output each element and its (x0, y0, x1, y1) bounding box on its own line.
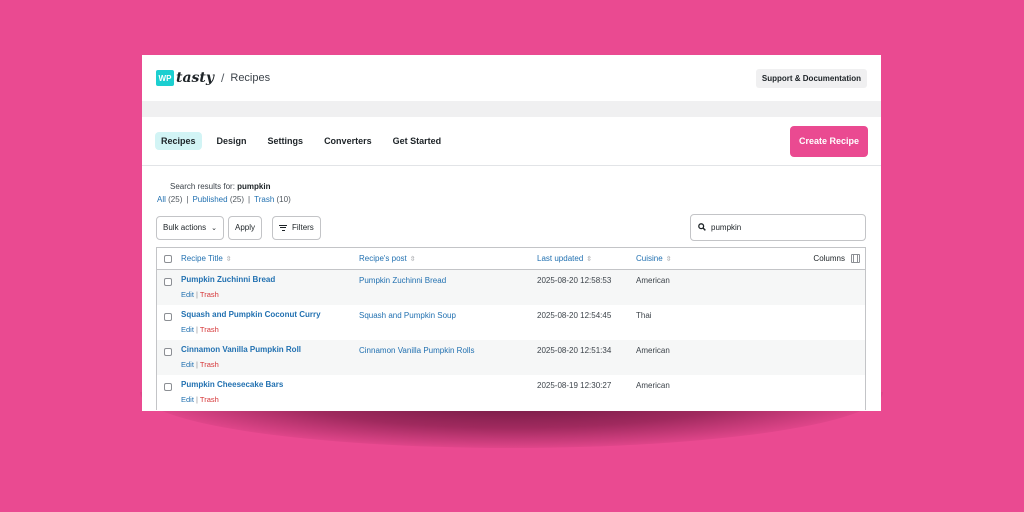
row-actions: Edit | Trash (181, 360, 219, 369)
filter-icon (279, 223, 288, 232)
edit-link[interactable]: Edit (181, 290, 194, 299)
top-bar: WP tasty / Recipes Support & Documentati… (142, 55, 881, 101)
recipe-post-link[interactable]: Squash and Pumpkin Soup (359, 310, 537, 320)
row-checkbox[interactable] (164, 313, 172, 321)
tab-design[interactable]: Design (211, 132, 253, 150)
filter-separator: | (186, 195, 189, 204)
nav-bar: Recipes Design Settings Converters Get S… (142, 117, 881, 166)
column-header-post[interactable]: Recipe's post ⇳ (359, 254, 537, 263)
breadcrumb-separator: / (221, 71, 225, 85)
cuisine-cell: American (636, 276, 670, 285)
recipe-title-link[interactable]: Squash and Pumpkin Coconut Curry (181, 310, 359, 319)
support-docs-button[interactable]: Support & Documentation (755, 68, 867, 88)
admin-window: WP tasty / Recipes Support & Documentati… (142, 55, 881, 411)
filters-button[interactable]: Filters (272, 215, 321, 240)
tab-get-started[interactable]: Get Started (387, 132, 448, 150)
search-input-value: pumpkin (711, 223, 742, 232)
title-cell: Squash and Pumpkin Coconut Curry Edit | Tr… (181, 310, 359, 334)
select-all-checkbox[interactable] (164, 254, 172, 263)
table-header: Recipe Title ⇳ Recipe's post ⇳ Last update… (157, 248, 865, 270)
last-updated-cell: 2025-08-20 12:58:53 (537, 276, 612, 285)
columns-label: Columns (813, 254, 845, 263)
search-input[interactable]: pumpkin (690, 214, 866, 241)
trash-link[interactable]: Trash (200, 395, 219, 404)
column-header-title[interactable]: Recipe Title ⇳ (181, 254, 359, 263)
apply-button[interactable]: Apply (228, 215, 263, 240)
tab-converters[interactable]: Converters (318, 132, 378, 150)
edit-link[interactable]: Edit (181, 325, 194, 334)
recipe-post-link[interactable]: Cinnamon Vanilla Pumpkin Rolls (359, 345, 537, 355)
filter-trash-link[interactable]: Trash (254, 195, 274, 204)
title-cell: Pumpkin Zuchinni Bread Edit | Trash (181, 275, 359, 299)
filter-all-link[interactable]: All (157, 195, 166, 204)
recipes-table: Recipe Title ⇳ Recipe's post ⇳ Last update… (156, 247, 866, 410)
main-panel: Recipes Design Settings Converters Get S… (142, 117, 881, 411)
columns-button[interactable]: Columns (813, 254, 860, 263)
column-header-updated[interactable]: Last updated ⇳ (537, 254, 636, 263)
column-header-cuisine[interactable]: Cuisine ⇳ (636, 254, 716, 263)
sort-icon: ⇳ (409, 256, 416, 263)
wp-tasty-logo[interactable]: WP tasty (156, 70, 214, 86)
logo-wordmark: tasty (176, 70, 215, 86)
recipe-title-link[interactable]: Cinnamon Vanilla Pumpkin Roll (181, 345, 359, 354)
cuisine-cell: American (636, 346, 670, 355)
logo-wp-badge: WP (156, 70, 174, 86)
filter-published-count: (25) (229, 195, 245, 204)
filters-label: Filters (292, 223, 314, 232)
tab-recipes[interactable]: Recipes (155, 132, 202, 150)
chevron-down-icon: ⌄ (211, 224, 218, 232)
columns-icon (851, 254, 860, 263)
filter-trash-count: (10) (276, 195, 291, 204)
tab-settings[interactable]: Settings (262, 132, 310, 150)
sort-icon: ⇳ (665, 256, 672, 263)
last-updated-cell: 2025-08-20 12:51:34 (537, 346, 612, 355)
table-row: Cinnamon Vanilla Pumpkin Roll Edit | Trash… (157, 340, 865, 375)
table-row: Pumpkin Zuchinni Bread Edit | Trash Pumpki… (157, 270, 865, 305)
filter-separator: | (248, 195, 251, 204)
title-cell: Pumpkin Cheesecake Bars Edit | Trash (181, 380, 359, 404)
row-checkbox[interactable] (164, 348, 172, 356)
search-icon (698, 222, 706, 233)
status-filters: All (25) | Published (25) | Trash (10) (142, 191, 881, 204)
create-recipe-button[interactable]: Create Recipe (789, 125, 868, 157)
title-cell: Cinnamon Vanilla Pumpkin Roll Edit | Trash (181, 345, 359, 369)
trash-link[interactable]: Trash (200, 290, 219, 299)
row-checkbox[interactable] (164, 383, 172, 391)
search-results-term: pumpkin (237, 182, 271, 191)
search-results-text: Search results for: pumpkin (142, 166, 881, 191)
filter-published-link[interactable]: Published (192, 195, 227, 204)
list-toolbar: Bulk actions ⌄ Apply Filters pumpkin (142, 204, 881, 241)
recipe-post-link[interactable]: Pumpkin Zuchinni Bread (359, 275, 537, 285)
table-row: Squash and Pumpkin Coconut Curry Edit | Tr… (157, 305, 865, 340)
recipe-post-link[interactable] (359, 380, 537, 381)
table-row: Pumpkin Cheesecake Bars Edit | Trash 2025-… (157, 375, 865, 410)
trash-link[interactable]: Trash (200, 325, 219, 334)
trash-link[interactable]: Trash (200, 360, 219, 369)
edit-link[interactable]: Edit (181, 395, 194, 404)
header-gap (142, 101, 881, 117)
recipe-title-link[interactable]: Pumpkin Cheesecake Bars (181, 380, 359, 389)
bulk-actions-label: Bulk actions (163, 223, 207, 232)
last-updated-cell: 2025-08-20 12:54:45 (537, 311, 612, 320)
edit-link[interactable]: Edit (181, 360, 194, 369)
row-checkbox[interactable] (164, 278, 172, 286)
row-actions: Edit | Trash (181, 395, 219, 404)
recipe-title-link[interactable]: Pumpkin Zuchinni Bread (181, 275, 359, 284)
cuisine-cell: Thai (636, 311, 652, 320)
sort-icon: ⇳ (586, 256, 593, 263)
filter-all-count: (25) (168, 195, 183, 204)
cuisine-cell: American (636, 381, 670, 390)
bulk-actions-select[interactable]: Bulk actions ⌄ (156, 215, 225, 240)
table-body: Pumpkin Zuchinni Bread Edit | Trash Pumpki… (157, 270, 865, 410)
row-actions: Edit | Trash (181, 290, 219, 299)
breadcrumb-current: Recipes (230, 72, 271, 84)
last-updated-cell: 2025-08-19 12:30:27 (537, 381, 612, 390)
search-results-prefix: Search results for: (170, 182, 235, 191)
row-actions: Edit | Trash (181, 325, 219, 334)
sort-icon: ⇳ (225, 256, 232, 263)
